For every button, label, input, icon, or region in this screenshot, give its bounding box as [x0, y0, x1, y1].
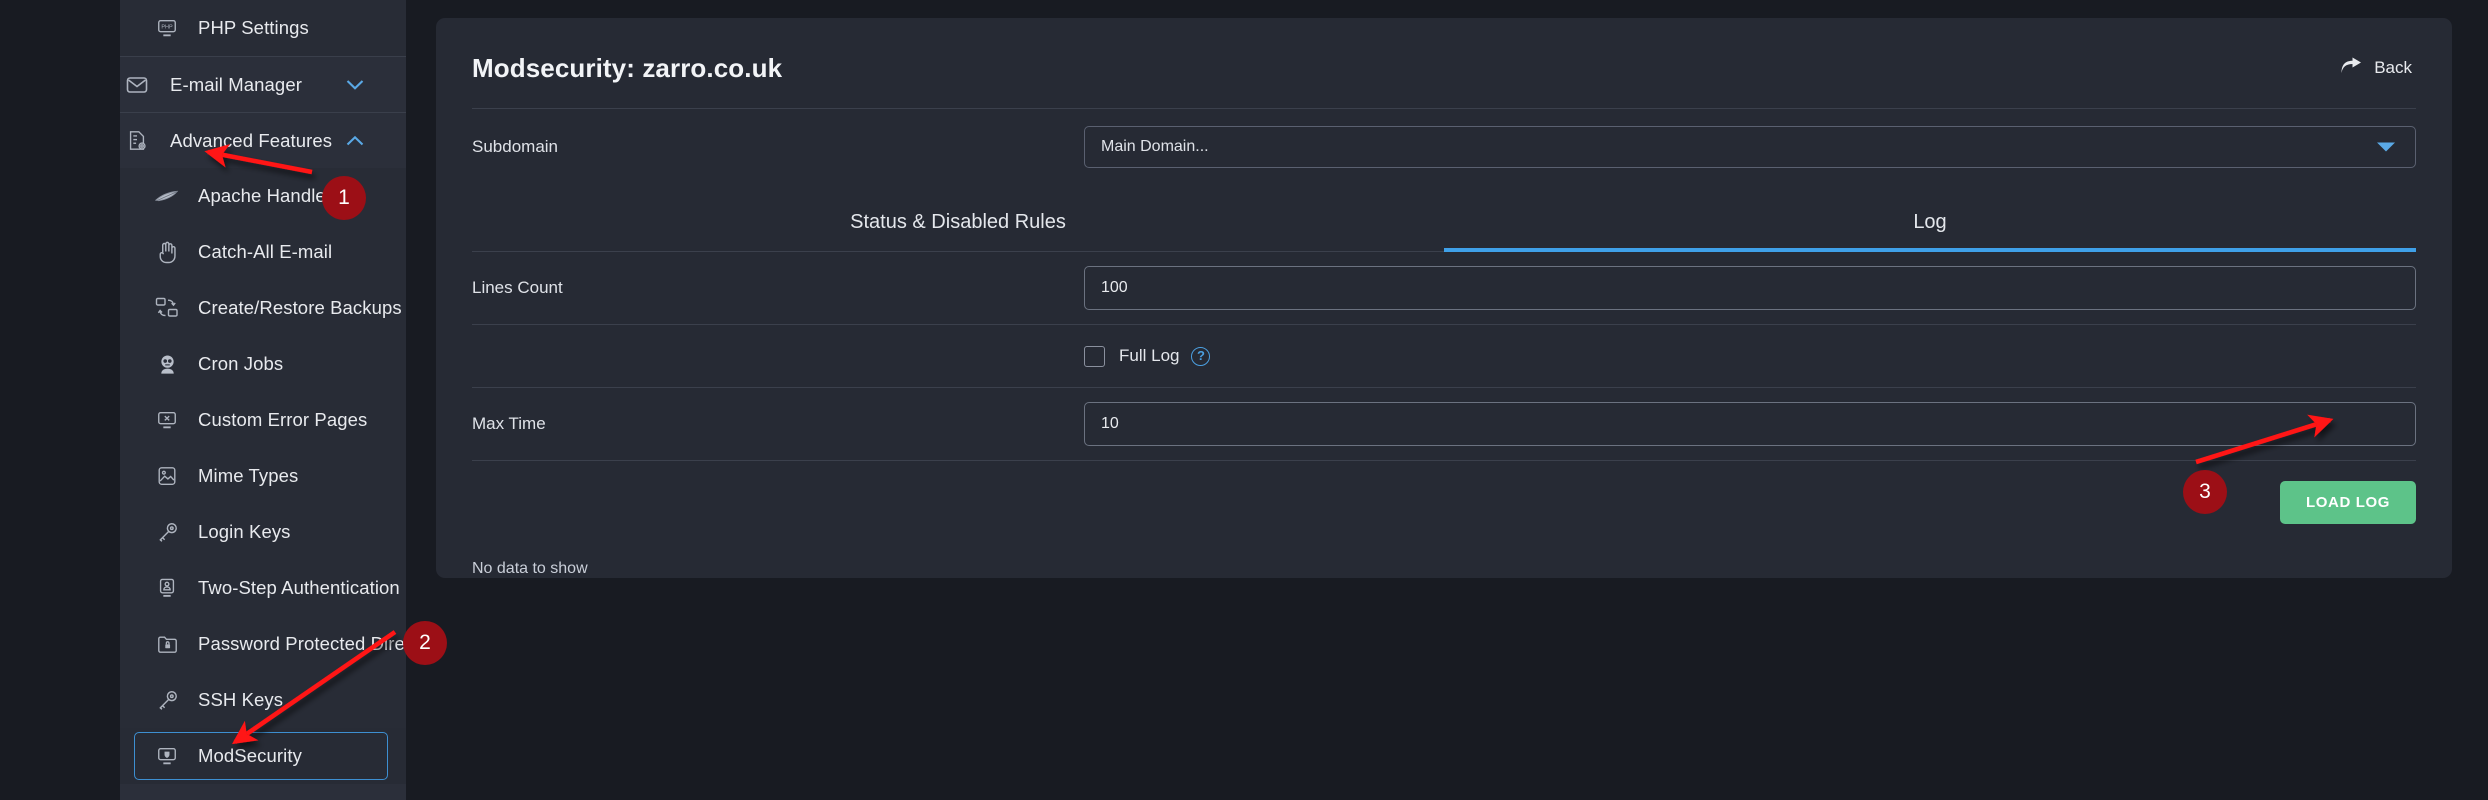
help-circle-icon[interactable]: ?	[1191, 346, 1211, 366]
sidebar-item-label: Apache Handlers	[198, 185, 342, 206]
max-time-row: Max Time	[436, 388, 2452, 460]
sidebar-item-label: PHP Settings	[198, 17, 309, 38]
lines-count-input[interactable]	[1084, 266, 2416, 310]
share-arrow-icon	[2340, 56, 2362, 80]
subdomain-row: Subdomain Main Domain...	[436, 109, 2452, 185]
tab-bar: Status & Disabled Rules Log	[472, 197, 2416, 252]
tab-active-indicator	[1444, 248, 2416, 252]
full-log-label: Full Log	[1119, 346, 1180, 365]
sidebar-item-label: Cron Jobs	[198, 353, 284, 374]
lines-count-label: Lines Count	[472, 278, 563, 297]
sidebar-item-mime-types[interactable]: Mime Types	[120, 448, 406, 504]
modsecurity-card: Modsecurity: zarro.co.uk Back Subdomain	[436, 18, 2452, 578]
sidebar-left-gutter	[0, 0, 120, 800]
key-icon	[150, 685, 184, 715]
sidebar-item-ssh-keys[interactable]: SSH Keys	[120, 672, 406, 728]
hand-icon	[150, 237, 184, 267]
sidebar-item-create-restore-backups[interactable]: Create/Restore Backups	[120, 280, 406, 336]
page-title: Modsecurity: zarro.co.uk	[472, 52, 783, 83]
svg-text:PHP: PHP	[161, 24, 173, 30]
sidebar-item-label: Catch-All E-mail	[198, 241, 333, 262]
monitor-x-icon	[150, 405, 184, 435]
document-gear-icon	[120, 126, 154, 156]
folder-lock-icon	[150, 629, 184, 659]
back-label: Back	[2374, 58, 2412, 77]
feather-icon	[150, 181, 184, 211]
php-monitor-icon: PHP	[150, 13, 184, 43]
sidebar-item-label: Mime Types	[198, 465, 299, 486]
max-time-label: Max Time	[472, 414, 546, 433]
sidebar-item-e-mail-manager[interactable]: E-mail Manager	[120, 56, 406, 112]
max-time-input[interactable]	[1084, 402, 2416, 446]
sidebar-item-label: SSH Keys	[198, 689, 284, 710]
sidebar-item-php-settings[interactable]: PHP PHP Settings	[120, 0, 406, 56]
sidebar-nav-list: PHP PHP Settings E-mail Manager Advanced Fe…	[120, 0, 406, 784]
app-root: PHP PHP Settings E-mail Manager Advanced Fe…	[0, 0, 2488, 800]
sidebar-item-cron-jobs[interactable]: Cron Jobs	[120, 336, 406, 392]
sidebar-item-catch-all-e-mail[interactable]: Catch-All E-mail	[120, 224, 406, 280]
sidebar-item-label: Custom Error Pages	[198, 409, 368, 430]
card-header: Modsecurity: zarro.co.uk Back	[436, 18, 2452, 92]
envelope-icon	[120, 70, 154, 100]
sidebar-item-modsecurity[interactable]: ModSecurity	[120, 728, 406, 784]
sidebar-item-label: Two-Step Authentication	[198, 577, 400, 598]
main-content: Modsecurity: zarro.co.uk Back Subdomain	[406, 0, 2488, 800]
sidebar-item-label: ModSecurity	[198, 745, 302, 766]
robot-icon	[150, 349, 184, 379]
image-icon	[150, 461, 184, 491]
load-log-button[interactable]: LOAD LOG	[2280, 481, 2416, 524]
subdomain-selected-value: Main Domain...	[1101, 138, 1209, 155]
sidebar-item-custom-error-pages[interactable]: Custom Error Pages	[120, 392, 406, 448]
back-button[interactable]: Back	[2340, 56, 2416, 80]
sidebar-item-advanced-features[interactable]: Advanced Features	[120, 112, 406, 168]
user-badge-icon	[150, 573, 184, 603]
sidebar-item-label: E-mail Manager	[170, 73, 302, 95]
sidebar-item-label: Advanced Features	[170, 129, 333, 151]
chevron-down-icon	[2377, 142, 2395, 152]
chevron-down-icon[interactable]	[346, 76, 364, 93]
subdomain-select[interactable]: Main Domain...	[1084, 126, 2416, 168]
sidebar-item-label: Login Keys	[198, 521, 291, 542]
no-data-message: No data to show	[472, 560, 588, 577]
backup-restore-icon	[150, 293, 184, 323]
sidebar-item-two-step-authentication[interactable]: Two-Step Authentication	[120, 560, 406, 616]
tab-log[interactable]: Log	[1444, 197, 2416, 252]
sidebar-item-apache-handlers[interactable]: Apache Handlers	[120, 168, 406, 224]
key-icon	[150, 517, 184, 547]
subdomain-label: Subdomain	[472, 137, 559, 156]
sidebar: PHP PHP Settings E-mail Manager Advanced Fe…	[0, 0, 406, 800]
chevron-up-icon[interactable]	[346, 132, 364, 149]
load-log-row: LOAD LOG	[436, 461, 2452, 524]
full-log-row: Full Log ?	[436, 325, 2452, 387]
sidebar-item-label: Password Protected Directories	[198, 633, 406, 654]
monitor-shield-icon	[150, 741, 184, 771]
sidebar-item-password-protected-directories[interactable]: Password Protected Directories	[120, 616, 406, 672]
lines-count-row: Lines Count	[436, 252, 2452, 324]
full-log-checkbox[interactable]	[1084, 345, 1105, 367]
sidebar-item-label: Create/Restore Backups	[198, 297, 402, 318]
tab-status-disabled-rules[interactable]: Status & Disabled Rules	[472, 197, 1444, 252]
sidebar-item-login-keys[interactable]: Login Keys	[120, 504, 406, 560]
